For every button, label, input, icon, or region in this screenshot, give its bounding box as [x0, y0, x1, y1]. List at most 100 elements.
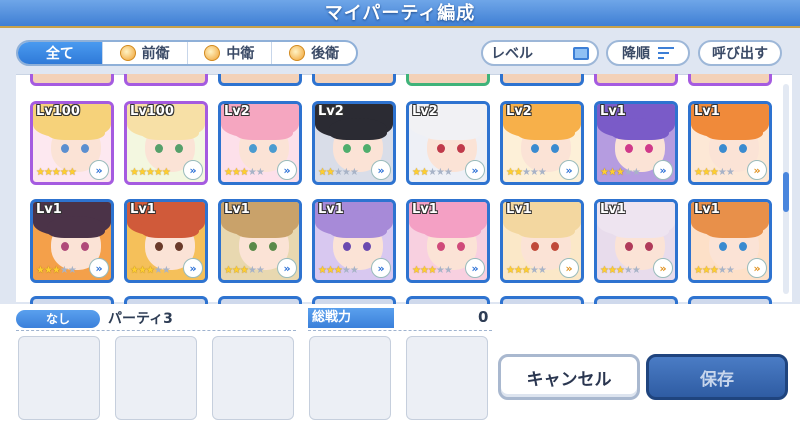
role-arrow-icon: » [465, 160, 485, 180]
character-level: Lv1 [130, 202, 156, 217]
character-level: Lv100 [36, 104, 80, 119]
character-hair [47, 216, 105, 238]
character-hair [329, 216, 387, 238]
party-slot-5[interactable] [406, 336, 488, 420]
role-arrow-icon: » [371, 160, 391, 180]
party-name[interactable]: パーティ3 [108, 308, 173, 328]
character-eyes [249, 144, 279, 153]
character-card[interactable]: Lv100 ★★★★★ » [124, 101, 208, 185]
star-rating: ★★★★★ [224, 167, 265, 178]
tab-middle[interactable]: 中衛 [186, 42, 272, 64]
character-eyes [155, 242, 185, 251]
character-eyes [719, 242, 749, 251]
character-eyes [719, 144, 749, 153]
character-level: Lv1 [694, 104, 720, 119]
grid-scrollbar-thumb[interactable] [783, 172, 789, 212]
character-eyes [249, 242, 279, 251]
character-eyes [155, 144, 185, 153]
character-eyes [531, 242, 561, 251]
character-level: Lv1 [224, 202, 250, 217]
role-arrow-icon: » [559, 258, 579, 278]
character-card[interactable]: Lv1 ★★★★★ » [594, 199, 678, 283]
party-tag: なし [16, 310, 100, 328]
character-card[interactable]: Lv1 ★★★★★ » [124, 199, 208, 283]
save-button[interactable]: 保存 [646, 354, 788, 400]
tab-back[interactable]: 後衛 [271, 42, 356, 64]
character-card[interactable]: Lv1 ★★★★★ » [406, 199, 490, 283]
character-card[interactable]: Lv1 ★★★★★ » [688, 101, 772, 185]
role-filter: 全て 前衛 中衛 後衛 [16, 40, 358, 66]
character-eyes [437, 144, 467, 153]
character-level: Lv1 [506, 202, 532, 217]
role-arrow-icon: » [277, 160, 297, 180]
load-party-button[interactable]: 呼び出す [698, 40, 782, 66]
character-card[interactable]: Lv1 ★★★★★ » [500, 199, 584, 283]
party-slot-1[interactable] [18, 336, 100, 420]
character-level: Lv2 [224, 104, 250, 119]
load-party-label: 呼び出す [712, 46, 768, 62]
screen-title: マイパーティ編成 [0, 0, 800, 28]
star-rating: ★★★★★ [318, 167, 359, 178]
star-rating: ★★★★★ [36, 167, 77, 178]
role-arrow-icon: » [653, 160, 673, 180]
cancel-button[interactable]: キャンセル [498, 354, 640, 400]
character-grid: Lv100 ★★★★★ » Lv100 ★★★★★ » Lv2 ★★★★★ » Lv2 ★★★★★ »… [16, 74, 792, 302]
character-card[interactable]: Lv1 ★★★★★ » [30, 199, 114, 283]
character-card[interactable]: Lv1 ★★★★★ » [688, 199, 772, 283]
character-eyes [61, 242, 91, 251]
divider [308, 330, 492, 331]
character-hair [611, 118, 669, 140]
character-eyes [61, 144, 91, 153]
character-hair [705, 216, 763, 238]
tab-back-label: 後衛 [311, 46, 340, 62]
character-hair [47, 118, 105, 140]
character-card[interactable]: Lv1 ★★★★★ » [312, 199, 396, 283]
role-arrow-icon: » [183, 258, 203, 278]
character-level: Lv2 [412, 104, 438, 119]
tab-all-label: 全て [45, 46, 74, 62]
role-arrow-icon: » [747, 258, 767, 278]
party-slot-2[interactable] [115, 336, 197, 420]
star-rating: ★★★★★ [506, 167, 547, 178]
role-arrow-icon: » [747, 160, 767, 180]
character-card[interactable]: Lv1 ★★★★★ » [218, 199, 302, 283]
character-hair [611, 216, 669, 238]
grid-bottom-partial-row [16, 296, 792, 304]
middle-role-icon [204, 45, 221, 61]
character-eyes [343, 242, 373, 251]
role-arrow-icon: » [559, 160, 579, 180]
star-rating: ★★★★★ [130, 167, 171, 178]
total-power-value: 0 [478, 308, 489, 326]
role-arrow-icon: » [653, 258, 673, 278]
character-card[interactable]: Lv100 ★★★★★ » [30, 101, 114, 185]
star-rating: ★★★★★ [412, 265, 453, 276]
sort-order-label: 降順 [622, 46, 650, 62]
character-card[interactable]: Lv2 ★★★★★ » [312, 101, 396, 185]
character-hair [517, 216, 575, 238]
character-level: Lv1 [318, 202, 344, 217]
sort-level-button[interactable]: レベル [481, 40, 599, 66]
party-slot-4[interactable] [309, 336, 391, 420]
total-power-label: 総戦力 [308, 308, 394, 328]
character-hair [235, 118, 293, 140]
tab-all[interactable]: 全て [18, 42, 102, 64]
tab-middle-label: 中衛 [226, 46, 255, 62]
character-card[interactable]: Lv2 ★★★★★ » [218, 101, 302, 185]
sort-level-label: レベル [491, 46, 533, 62]
character-hair [705, 118, 763, 140]
star-rating: ★★★★★ [36, 265, 77, 276]
tab-front-label: 前衛 [141, 46, 170, 62]
character-hair [423, 118, 481, 140]
party-slot-3[interactable] [212, 336, 294, 420]
tab-front[interactable]: 前衛 [101, 42, 187, 64]
character-level: Lv1 [600, 104, 626, 119]
character-level: Lv1 [36, 202, 62, 217]
character-card[interactable]: Lv2 ★★★★★ » [500, 101, 584, 185]
character-hair [235, 216, 293, 238]
sort-order-button[interactable]: 降順 [606, 40, 690, 66]
character-hair [423, 216, 481, 238]
star-rating: ★★★★★ [694, 265, 735, 276]
character-card[interactable]: Lv2 ★★★★★ » [406, 101, 490, 185]
character-card[interactable]: Lv1 ★★★★★ » [594, 101, 678, 185]
star-rating: ★★★★★ [600, 265, 641, 276]
